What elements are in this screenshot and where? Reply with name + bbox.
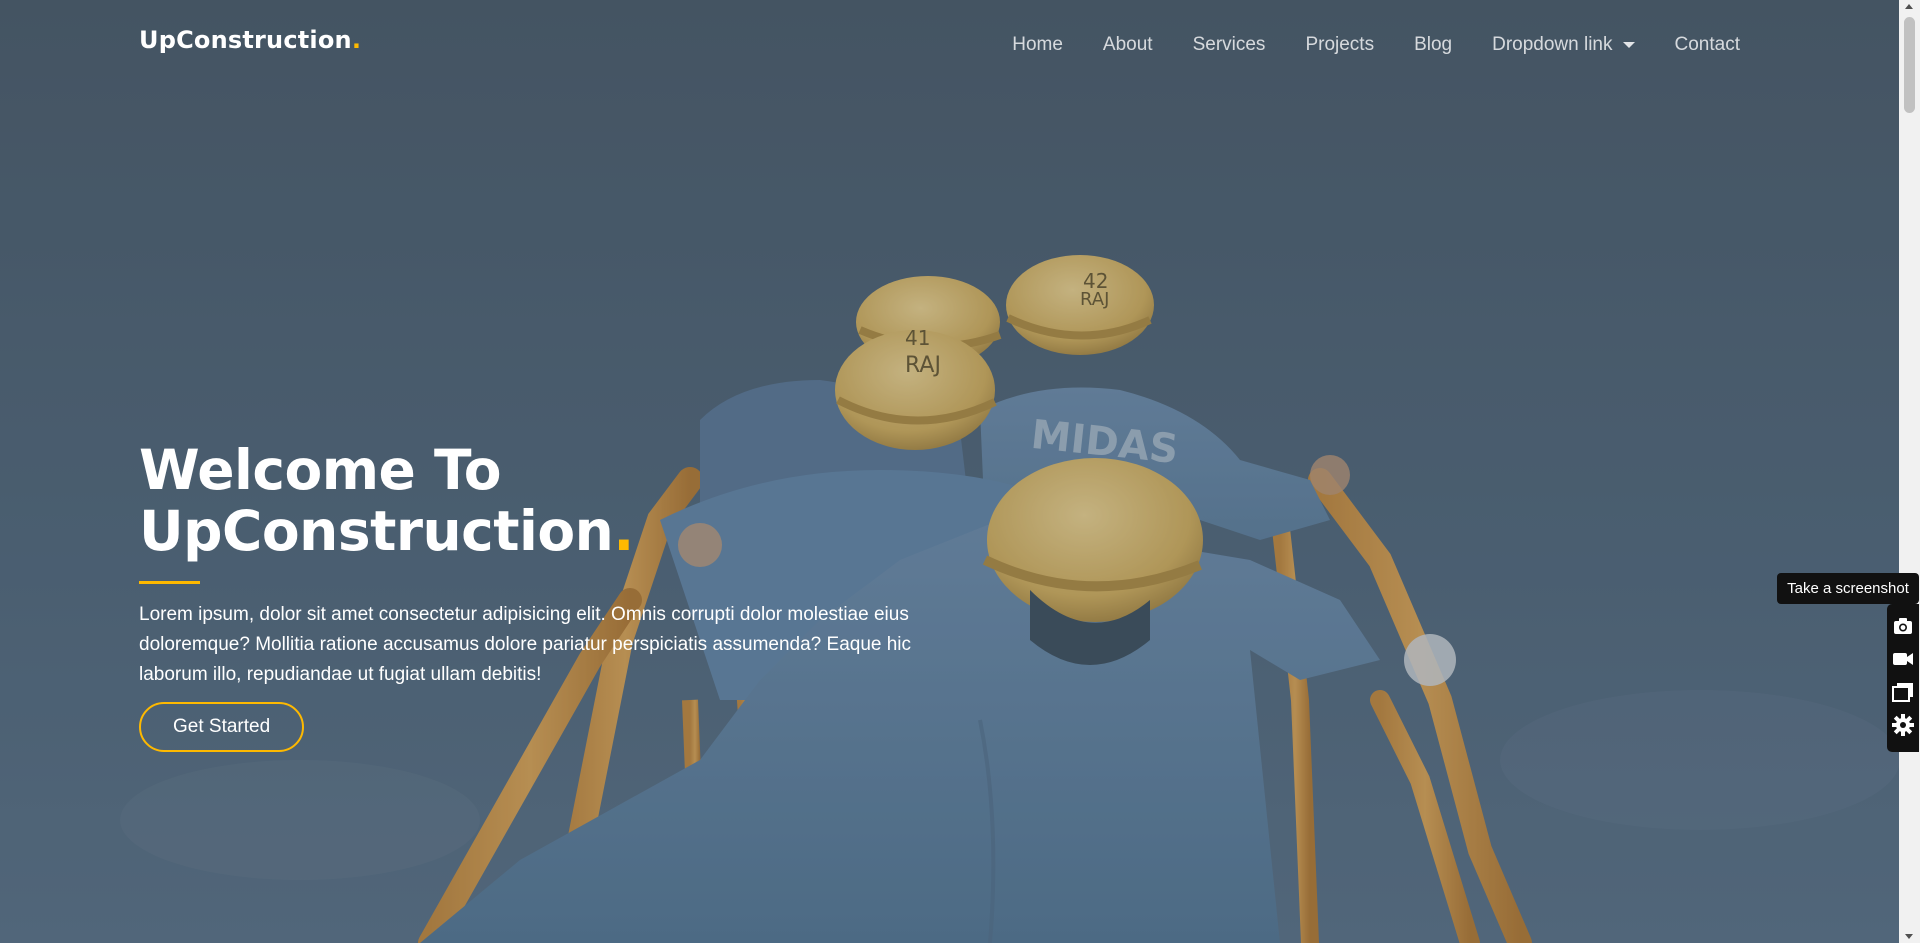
nav-links: Home About Services Projects Blog Dropdo… xyxy=(1012,34,1740,56)
windows-icon[interactable] xyxy=(1891,680,1915,704)
camera-icon[interactable] xyxy=(1891,614,1915,638)
brand-dot: . xyxy=(351,26,362,54)
video-camera-icon[interactable] xyxy=(1891,647,1915,671)
top-navbar: UpConstruction. Home About Services Proj… xyxy=(0,0,1899,95)
scroll-down-arrow-icon[interactable] xyxy=(1905,934,1913,939)
nav-link-label: Home xyxy=(1012,34,1063,55)
nav-link-services[interactable]: Services xyxy=(1193,34,1266,56)
chevron-down-icon xyxy=(1622,42,1635,48)
nav-link-dropdown[interactable]: Dropdown link xyxy=(1492,34,1635,56)
hero-title-text: Welcome To UpConstruction xyxy=(139,438,614,563)
nav-link-label: About xyxy=(1102,34,1153,55)
nav-link-label: Contact xyxy=(1674,34,1740,55)
page-scrollbar[interactable] xyxy=(1899,0,1920,943)
nav-link-label: Dropdown link xyxy=(1492,34,1613,55)
scroll-up-arrow-icon[interactable] xyxy=(1905,4,1913,9)
nav-link-label: Services xyxy=(1192,34,1266,55)
nav-link-contact[interactable]: Contact xyxy=(1675,34,1740,56)
hero-description: Lorem ipsum, dolor sit amet consectetur … xyxy=(139,604,912,685)
brand-name: UpConstruction xyxy=(139,26,352,54)
nav-link-home[interactable]: Home xyxy=(1012,34,1063,56)
hero-title-dot: . xyxy=(613,498,634,563)
hero-section: MIDAS 42 RAJ 41 RAJ UpConstruction. Home… xyxy=(0,0,1899,943)
scrollbar-thumb[interactable] xyxy=(1904,17,1915,113)
nav-link-about[interactable]: About xyxy=(1103,34,1153,56)
screenshot-toolbar xyxy=(1887,604,1919,752)
nav-link-label: Projects xyxy=(1305,34,1375,55)
brand-logo[interactable]: UpConstruction. xyxy=(139,26,361,54)
title-underline xyxy=(139,581,200,584)
nav-link-blog[interactable]: Blog xyxy=(1414,34,1452,56)
get-started-button[interactable]: Get Started xyxy=(139,702,305,752)
hero-title: Welcome To UpConstruction. xyxy=(139,440,939,561)
hero-content: Welcome To UpConstruction. Lorem ipsum, … xyxy=(139,440,939,752)
browser-viewport: MIDAS 42 RAJ 41 RAJ UpConstruction. Home… xyxy=(0,0,1899,943)
screenshot-tooltip: Take a screenshot xyxy=(1777,573,1919,604)
nav-link-label: Blog xyxy=(1414,34,1453,55)
gear-icon[interactable] xyxy=(1891,713,1915,737)
nav-link-projects[interactable]: Projects xyxy=(1305,34,1374,56)
